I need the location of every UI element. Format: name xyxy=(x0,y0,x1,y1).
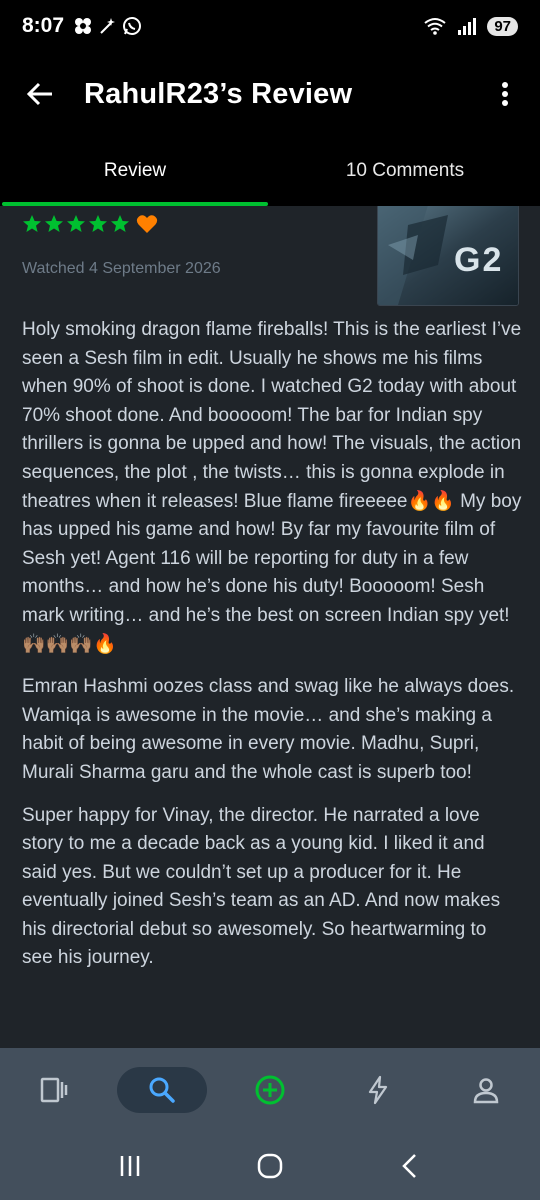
star-icon xyxy=(89,215,107,232)
nav-add[interactable] xyxy=(225,1067,315,1113)
review-paragraph: Holy smoking dragon flame fireballs! Thi… xyxy=(22,319,522,655)
signal-icon xyxy=(458,18,477,35)
status-time: 8:07 xyxy=(22,14,65,37)
battery-indicator: 97 xyxy=(487,16,518,36)
review-content[interactable]: Watched 4 September 2026 G2 Holy smoking… xyxy=(0,206,540,1048)
nav-films[interactable] xyxy=(9,1067,99,1113)
films-icon xyxy=(40,1077,68,1103)
magic-wand-icon xyxy=(100,18,116,34)
back-button[interactable] xyxy=(20,74,60,114)
status-bar: 8:07 97 xyxy=(0,0,540,52)
star-icon xyxy=(111,215,129,232)
film-poster[interactable]: G2 xyxy=(377,206,519,306)
nav-search[interactable] xyxy=(117,1067,207,1113)
tab-review[interactable]: Review xyxy=(0,136,270,206)
pinwheel-icon xyxy=(75,18,92,34)
bottom-navigation xyxy=(0,1048,540,1132)
lightning-icon xyxy=(368,1075,388,1105)
notification-icons xyxy=(74,16,142,36)
tab-bar: Review 10 Comments xyxy=(0,136,540,206)
star-icon xyxy=(67,215,85,232)
status-right: 97 xyxy=(423,16,518,36)
watched-date: Watched 4 September 2026 xyxy=(22,260,221,277)
tab-comments[interactable]: 10 Comments xyxy=(270,136,540,206)
nav-activity[interactable] xyxy=(333,1067,423,1113)
recent-apps-icon xyxy=(120,1156,140,1176)
review-body: Holy smoking dragon flame fireballs! Thi… xyxy=(22,316,522,987)
nav-profile[interactable] xyxy=(441,1067,531,1113)
review-paragraph: Emran Hashmi oozes class and swag like h… xyxy=(22,676,515,783)
star-icon xyxy=(23,215,41,232)
status-left: 8:07 xyxy=(22,14,142,38)
profile-icon xyxy=(473,1078,499,1104)
review-paragraph: Super happy for Vinay, the director. He … xyxy=(22,804,501,969)
whatsapp-icon xyxy=(123,17,142,35)
system-navigation xyxy=(0,1132,540,1200)
more-options-button[interactable] xyxy=(490,74,520,114)
recent-apps-button[interactable] xyxy=(100,1146,160,1186)
page-title: RahulR23’s Review xyxy=(84,77,353,110)
more-vertical-icon xyxy=(502,82,508,106)
arrow-left-icon xyxy=(26,82,52,106)
add-icon xyxy=(255,1075,285,1105)
poster-title: G2 xyxy=(454,241,503,279)
search-icon xyxy=(149,1077,175,1103)
chevron-left-icon xyxy=(402,1154,416,1178)
back-nav-button[interactable] xyxy=(380,1146,440,1186)
home-icon xyxy=(257,1153,283,1179)
wifi-icon xyxy=(424,18,446,35)
app-bar: RahulR23’s Review xyxy=(0,52,540,136)
home-button[interactable] xyxy=(240,1146,300,1186)
star-rating xyxy=(22,214,158,234)
poster-image: G2 xyxy=(378,206,518,305)
heart-icon xyxy=(136,215,158,233)
star-icon xyxy=(45,215,63,232)
